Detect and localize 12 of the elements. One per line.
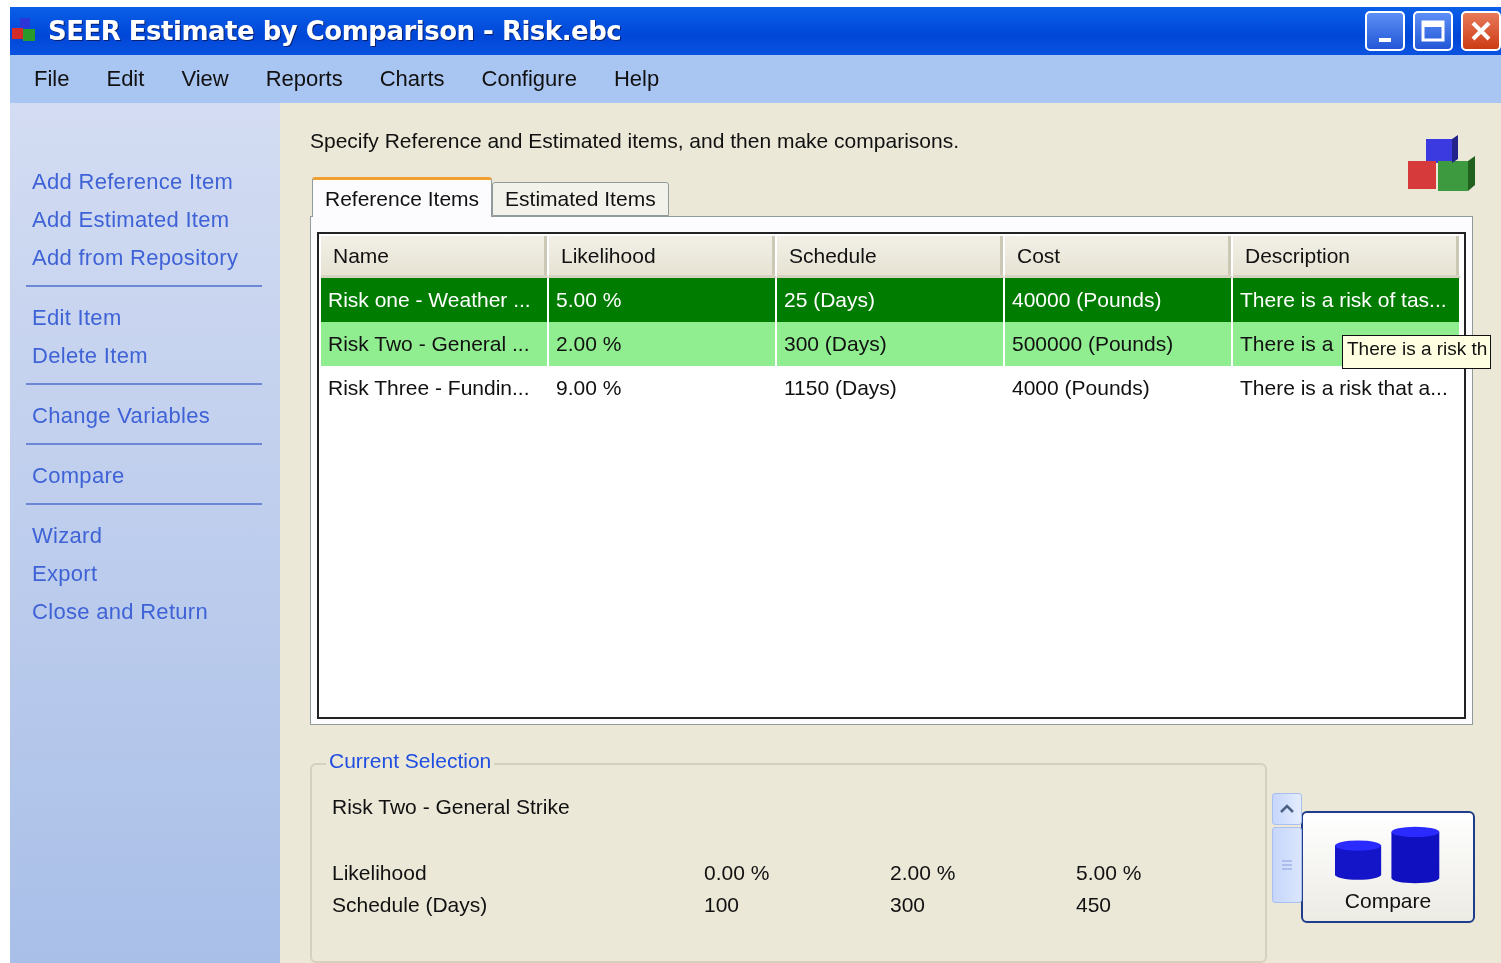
selection-name: Risk Two - General Strike xyxy=(332,795,570,819)
tooltip: There is a risk th xyxy=(1342,335,1491,369)
value-text: 450 xyxy=(1076,893,1112,917)
value-text: 2.00 % xyxy=(890,861,956,885)
row-label: Likelihood xyxy=(332,861,427,885)
window-title: SEER Estimate by Comparison - Risk.ebc xyxy=(48,16,623,46)
value-text: 300 xyxy=(890,893,926,917)
value-text: 5.00 % xyxy=(1076,861,1142,885)
row-label: Schedule (Days) xyxy=(332,893,488,917)
value-text: 0.00 % xyxy=(704,861,770,885)
instruction-text: Specify Reference and Estimated items, and then make comparisons. xyxy=(310,129,959,153)
value-text: 100 xyxy=(704,893,740,917)
